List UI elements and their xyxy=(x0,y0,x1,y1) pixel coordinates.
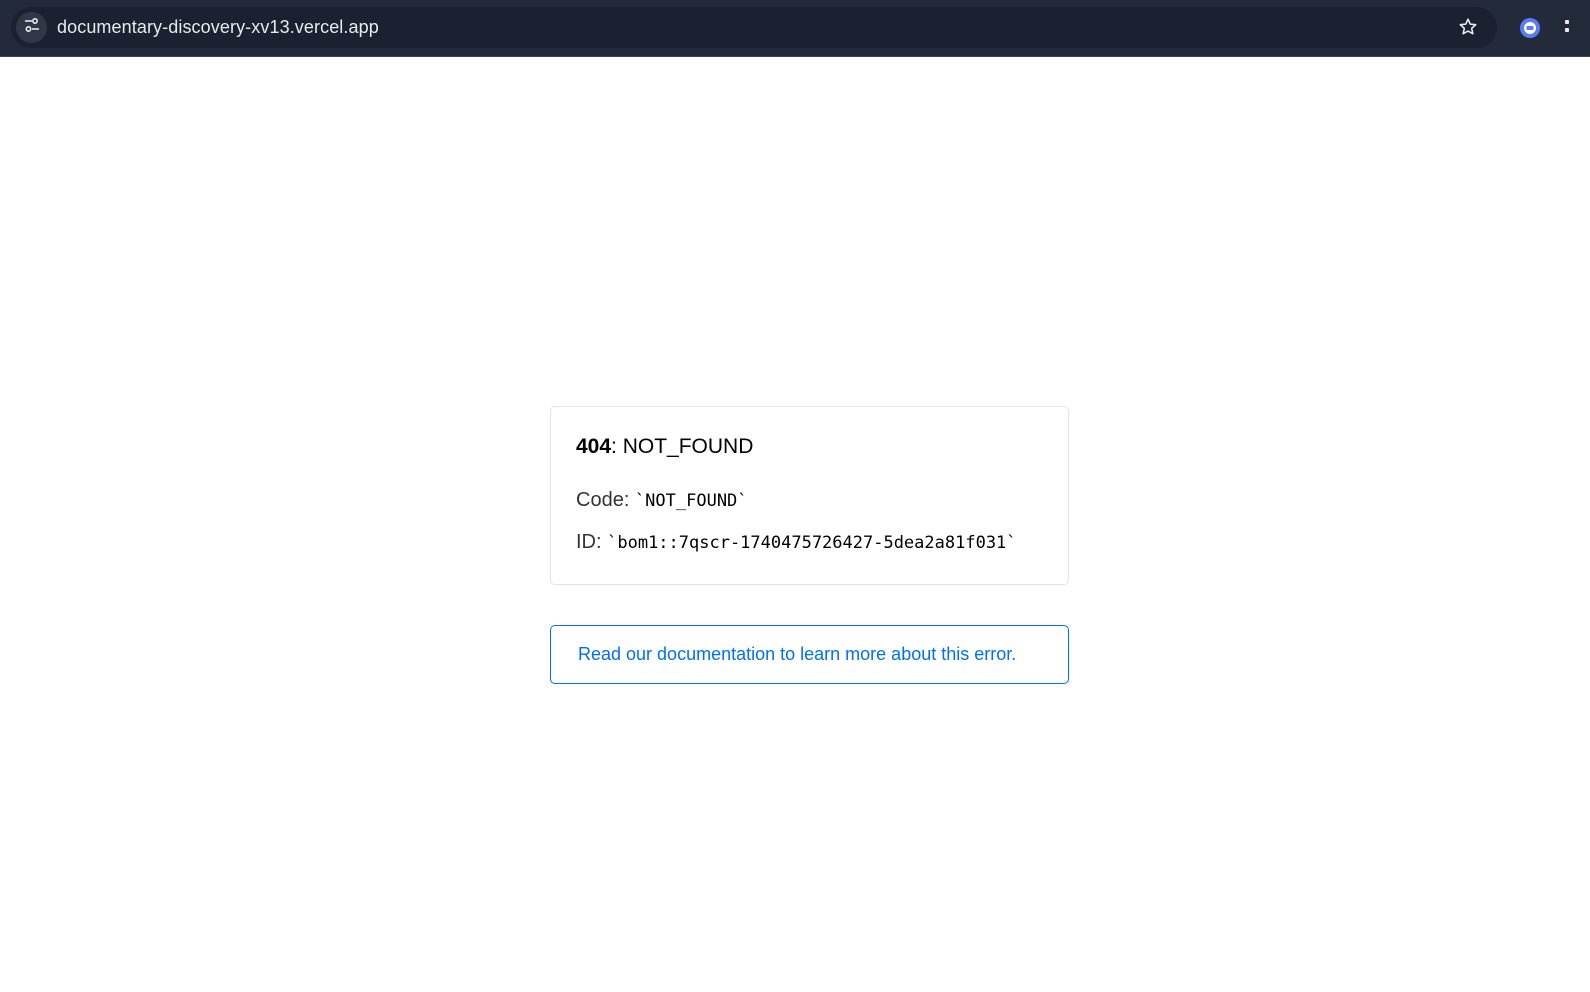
error-id-row: ID: `bom1::7qscr-1740475726427-5dea2a81f… xyxy=(576,531,1017,554)
address-bar[interactable]: documentary-discovery-xv13.vercel.app xyxy=(11,7,1497,48)
extension-icon[interactable] xyxy=(1518,16,1542,40)
site-info-button[interactable] xyxy=(16,12,47,43)
id-value: `bom1::7qscr-1740475726427-5dea2a81f031` xyxy=(607,533,1017,553)
status-text: : NOT_FOUND xyxy=(611,435,754,458)
error-title: 404: NOT_FOUND xyxy=(576,435,753,459)
browser-toolbar: documentary-discovery-xv13.vercel.app xyxy=(0,0,1590,57)
code-value: `NOT_FOUND` xyxy=(634,491,748,511)
menu-icon[interactable] xyxy=(1562,16,1572,40)
status-code: 404 xyxy=(576,435,612,458)
star-icon[interactable] xyxy=(1457,16,1479,38)
error-code-row: Code: `NOT_FOUND` xyxy=(576,489,748,512)
id-label: ID: xyxy=(576,531,608,553)
url-text[interactable]: documentary-discovery-xv13.vercel.app xyxy=(57,17,379,38)
code-label: Code: xyxy=(576,489,635,511)
tune-icon xyxy=(23,16,41,39)
documentation-link[interactable]: Read our documentation to learn more abo… xyxy=(578,644,1016,665)
documentation-box[interactable]: Read our documentation to learn more abo… xyxy=(550,625,1069,684)
error-card: 404: NOT_FOUND Code: `NOT_FOUND` ID: `bo… xyxy=(550,406,1069,585)
